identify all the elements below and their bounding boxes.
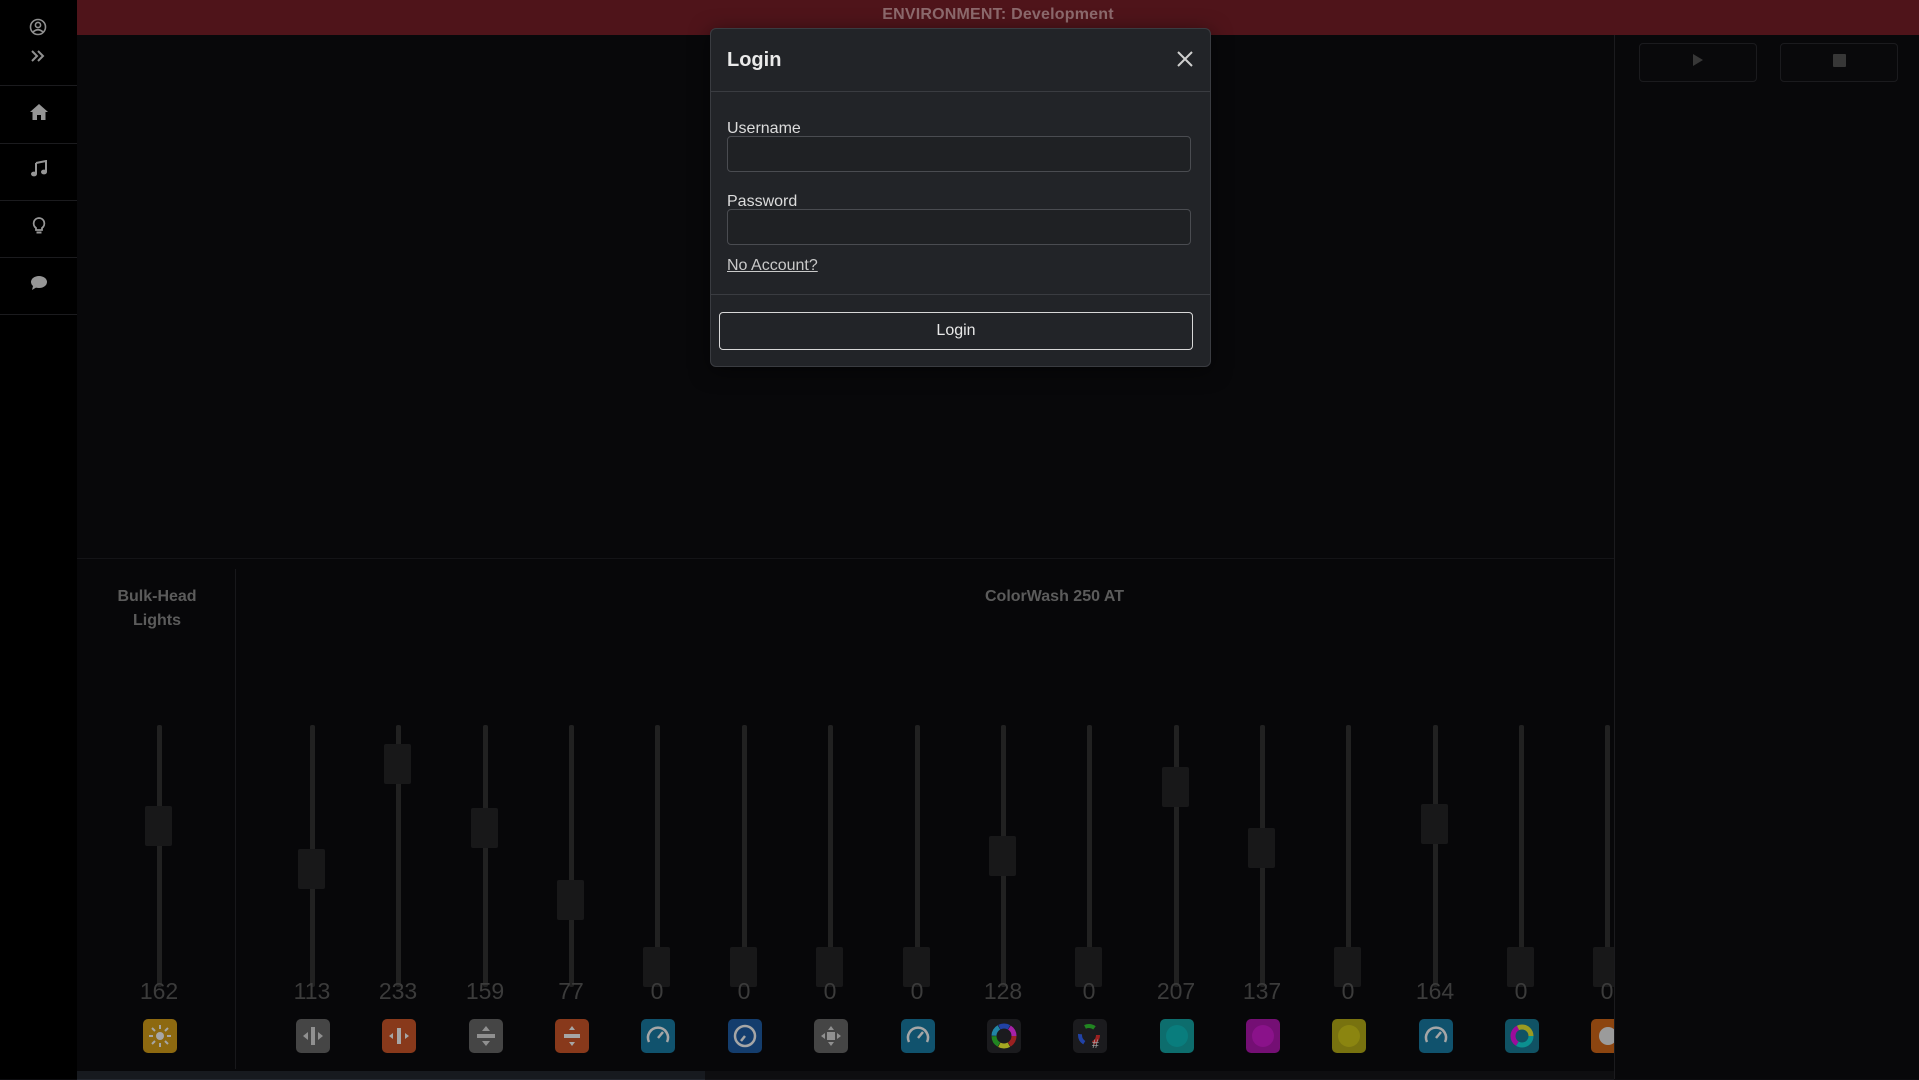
- login-modal: Login Username Password No Account? Logi…: [710, 28, 1211, 367]
- modal-header: Login: [711, 29, 1210, 92]
- username-input[interactable]: [727, 136, 1191, 172]
- close-button[interactable]: [1174, 48, 1196, 70]
- password-input[interactable]: [727, 209, 1191, 245]
- no-account-link[interactable]: No Account?: [727, 257, 818, 275]
- close-icon: [1174, 51, 1196, 74]
- modal-title: Login: [727, 49, 782, 71]
- login-button[interactable]: Login: [719, 312, 1193, 350]
- modal-footer-divider: [711, 294, 1210, 295]
